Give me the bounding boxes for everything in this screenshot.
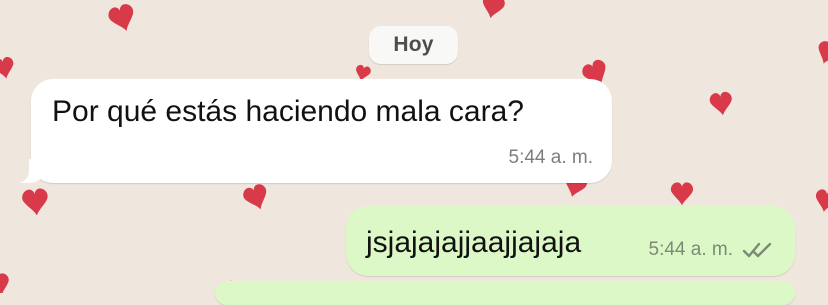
outgoing-message-time: 5:44 a. m. [648, 239, 734, 260]
heart-icon [708, 90, 734, 117]
outgoing-message-meta: 5:44 a. m. [649, 239, 776, 261]
outgoing-message-bubble[interactable]: jsjajajajjaajjajaja 5:44 a. m. [346, 206, 795, 276]
outgoing-message-text: jsjajajajjaajjajaja [366, 226, 582, 259]
heart-icon [106, 2, 139, 35]
heart-icon [0, 272, 12, 293]
heart-icon [813, 39, 828, 68]
heart-icon [670, 182, 694, 206]
incoming-message-time: 5:44 a. m. [508, 147, 594, 168]
heart-icon [479, 0, 507, 21]
incoming-message-bubble[interactable]: Por qué estás haciendo mala cara? 5:44 a… [9, 79, 612, 183]
incoming-message-text: Por qué estás haciendo mala cara? [52, 95, 524, 128]
double-check-icon [742, 242, 772, 258]
heart-icon [241, 182, 272, 214]
heart-icon [813, 188, 828, 214]
date-separator: Hoy [369, 26, 458, 64]
heart-icon [0, 55, 17, 81]
heart-icon [21, 187, 50, 217]
outgoing-message-bubble-partial[interactable] [215, 281, 795, 305]
